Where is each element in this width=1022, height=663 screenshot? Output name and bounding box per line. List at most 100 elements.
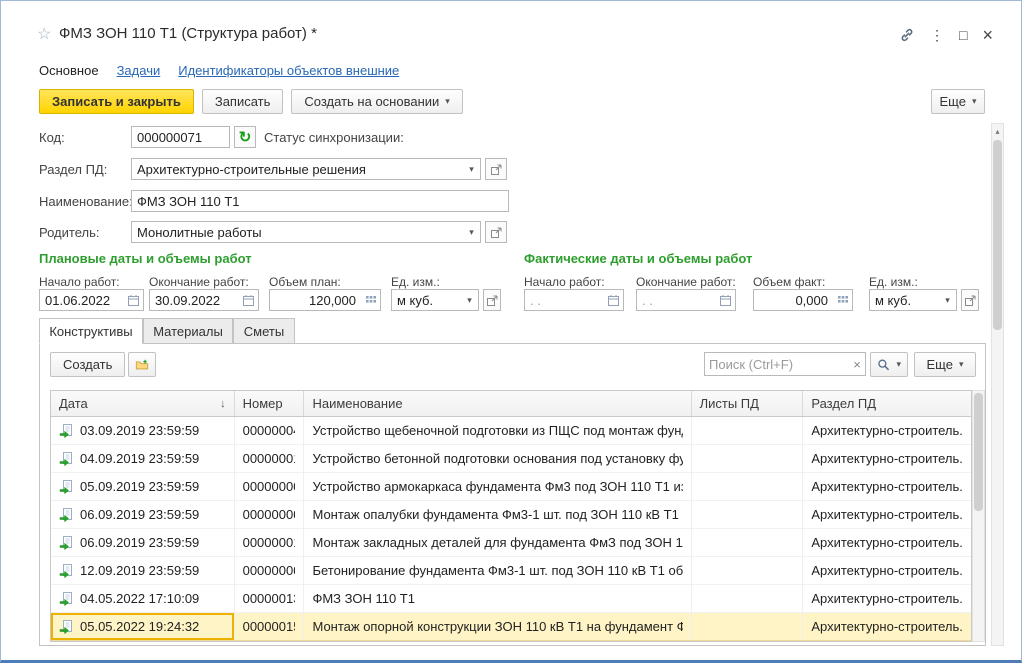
actual-unit-label: Ед. изм.: [869,275,918,289]
row-name: ФМЗ ЗОН 110 Т1 [312,591,415,606]
table-row[interactable]: 12.09.2019 23:59:59 000000007 Бетонирова… [51,557,971,585]
form-scrollbar[interactable]: ▴ [991,123,1004,646]
column-section[interactable]: Раздел ПД [803,391,971,416]
table-row[interactable]: 06.09.2019 23:59:59 000000009 Монтаж опа… [51,501,971,529]
more-actions-icon[interactable]: ⋮ [930,28,944,42]
planned-volume-value: 120,000 [270,293,361,308]
table-row[interactable]: 03.09.2019 23:59:59 000000046 Устройство… [51,417,971,445]
favorite-star-icon[interactable]: ☆ [37,24,51,44]
tab-constructives[interactable]: Конструктивы [39,318,143,344]
maximize-icon[interactable]: □ [959,28,967,42]
table-header: Дата ↓ Номер Наименование Листы ПД Разде… [51,391,971,417]
chevron-down-icon[interactable]: ▾ [463,222,480,242]
tab-tasks[interactable]: Задачи [117,63,161,78]
close-icon[interactable]: × [982,26,993,44]
column-section-label: Раздел ПД [811,396,876,411]
table-scrollbar-thumb[interactable] [974,393,983,511]
clear-search-icon[interactable]: × [849,358,865,371]
create-button[interactable]: Создать [50,352,125,377]
save-button[interactable]: Записать [202,89,284,114]
work-item-icon [59,480,74,494]
planned-start-date-input[interactable]: 01.06.2022 [39,289,144,311]
sort-desc-icon: ↓ [216,398,226,410]
tab-external-identifiers[interactable]: Идентификаторы объектов внешние [178,63,399,78]
row-number: 000000007 [243,563,296,578]
planned-end-date-input[interactable]: 30.09.2022 [149,289,259,311]
planned-unit-open-button[interactable] [483,289,501,311]
row-number: 000000008 [243,479,296,494]
row-section: Архитектурно-строитель... [811,535,963,550]
create-based-on-label: Создать на основании [304,94,439,109]
parent-open-button[interactable] [485,221,507,243]
actual-end-date-input[interactable]: . . [636,289,736,311]
parent-value: Монолитные работы [132,225,463,240]
tab-estimates[interactable]: Сметы [233,318,295,344]
chevron-down-icon[interactable]: ▾ [461,290,478,310]
create-group-icon [135,358,149,372]
actual-unit-open-button[interactable] [961,289,979,311]
row-section: Архитектурно-строитель... [811,591,963,606]
row-date: 04.05.2022 17:10:09 [80,591,199,606]
planned-start-value: 01.06.2022 [40,293,124,308]
form-more-button[interactable]: Еще ▾ [931,89,985,114]
calendar-icon[interactable] [604,290,623,310]
form-more-label: Еще [940,94,966,109]
chevron-down-icon[interactable]: ▾ [939,290,956,310]
tab-main[interactable]: Основное [39,63,99,78]
command-bar: Записать и закрыть Записать Создать на о… [39,89,463,114]
work-item-icon [59,564,74,578]
constructives-panel: Создать × ▾ Еще ▾ Дата ↓ Номер Наименова… [39,343,986,646]
table-row[interactable]: 04.05.2022 17:10:09 000000139 ФМЗ ЗОН 11… [51,585,971,613]
section-pd-select[interactable]: Архитектурно-строительные решения ▾ [131,158,481,180]
parent-select[interactable]: Монолитные работы ▾ [131,221,481,243]
actual-unit-select[interactable]: м куб. ▾ [869,289,957,311]
code-input[interactable]: 000000071 [131,126,230,148]
planned-volume-label: Объем план: [269,275,341,289]
calculator-icon[interactable] [833,290,852,310]
planned-unit-select[interactable]: м куб. ▾ [391,289,479,311]
row-name: Устройство армокаркаса фундамента Фм3 по… [312,479,682,494]
table-row[interactable]: 05.05.2022 19:24:32 000000151 Монтаж опо… [51,613,971,641]
actual-start-date-input[interactable]: . . [524,289,624,311]
calendar-icon[interactable] [716,290,735,310]
planned-volume-input[interactable]: 120,000 [269,289,381,311]
table-scrollbar[interactable] [972,390,985,642]
column-name[interactable]: Наименование [304,391,691,416]
tab-materials[interactable]: Материалы [143,318,233,344]
search-options-button[interactable]: ▾ [870,352,908,377]
work-item-icon [59,508,74,522]
column-date[interactable]: Дата ↓ [51,391,235,416]
calendar-icon[interactable] [239,290,258,310]
search-input[interactable] [705,357,849,372]
calendar-icon[interactable] [124,290,143,310]
form-scrollbar-thumb[interactable] [993,140,1002,330]
list-more-button[interactable]: Еще ▾ [914,352,976,377]
section-pd-open-button[interactable] [485,158,507,180]
code-label: Код: [39,130,65,145]
column-sheets[interactable]: Листы ПД [692,391,804,416]
column-number[interactable]: Номер [235,391,305,416]
chevron-down-icon[interactable]: ▾ [463,159,480,179]
table-row[interactable]: 06.09.2019 23:59:59 000000011 Монтаж зак… [51,529,971,557]
work-items-table: Дата ↓ Номер Наименование Листы ПД Разде… [50,390,972,642]
get-link-icon[interactable] [899,27,915,43]
table-row[interactable]: 04.09.2019 23:59:59 000000010 Устройство… [51,445,971,473]
create-based-on-button[interactable]: Создать на основании ▾ [291,89,462,114]
table-row[interactable]: 05.09.2019 23:59:59 000000008 Устройство… [51,473,971,501]
calculator-icon[interactable] [361,290,380,310]
name-input[interactable]: ФМЗ ЗОН 110 Т1 [131,190,509,212]
actual-start-value: . . [525,293,604,308]
create-group-button[interactable] [128,352,156,377]
tab-estimates-label: Сметы [244,324,284,339]
row-date: 05.09.2019 23:59:59 [80,479,199,494]
parent-label: Родитель: [39,225,99,240]
actual-volume-input[interactable]: 0,000 [753,289,853,311]
window-controls: ⋮ □ × [899,26,993,44]
actual-volume-value: 0,000 [754,293,833,308]
scroll-up-icon[interactable]: ▴ [992,124,1003,138]
sync-refresh-button[interactable]: ↻ [234,126,256,148]
name-value: ФМЗ ЗОН 110 Т1 [132,194,508,209]
save-and-close-button[interactable]: Записать и закрыть [39,89,194,114]
column-number-label: Номер [243,396,283,411]
row-name: Монтаж опорной конструкции ЗОН 110 кВ Т1… [312,619,682,634]
